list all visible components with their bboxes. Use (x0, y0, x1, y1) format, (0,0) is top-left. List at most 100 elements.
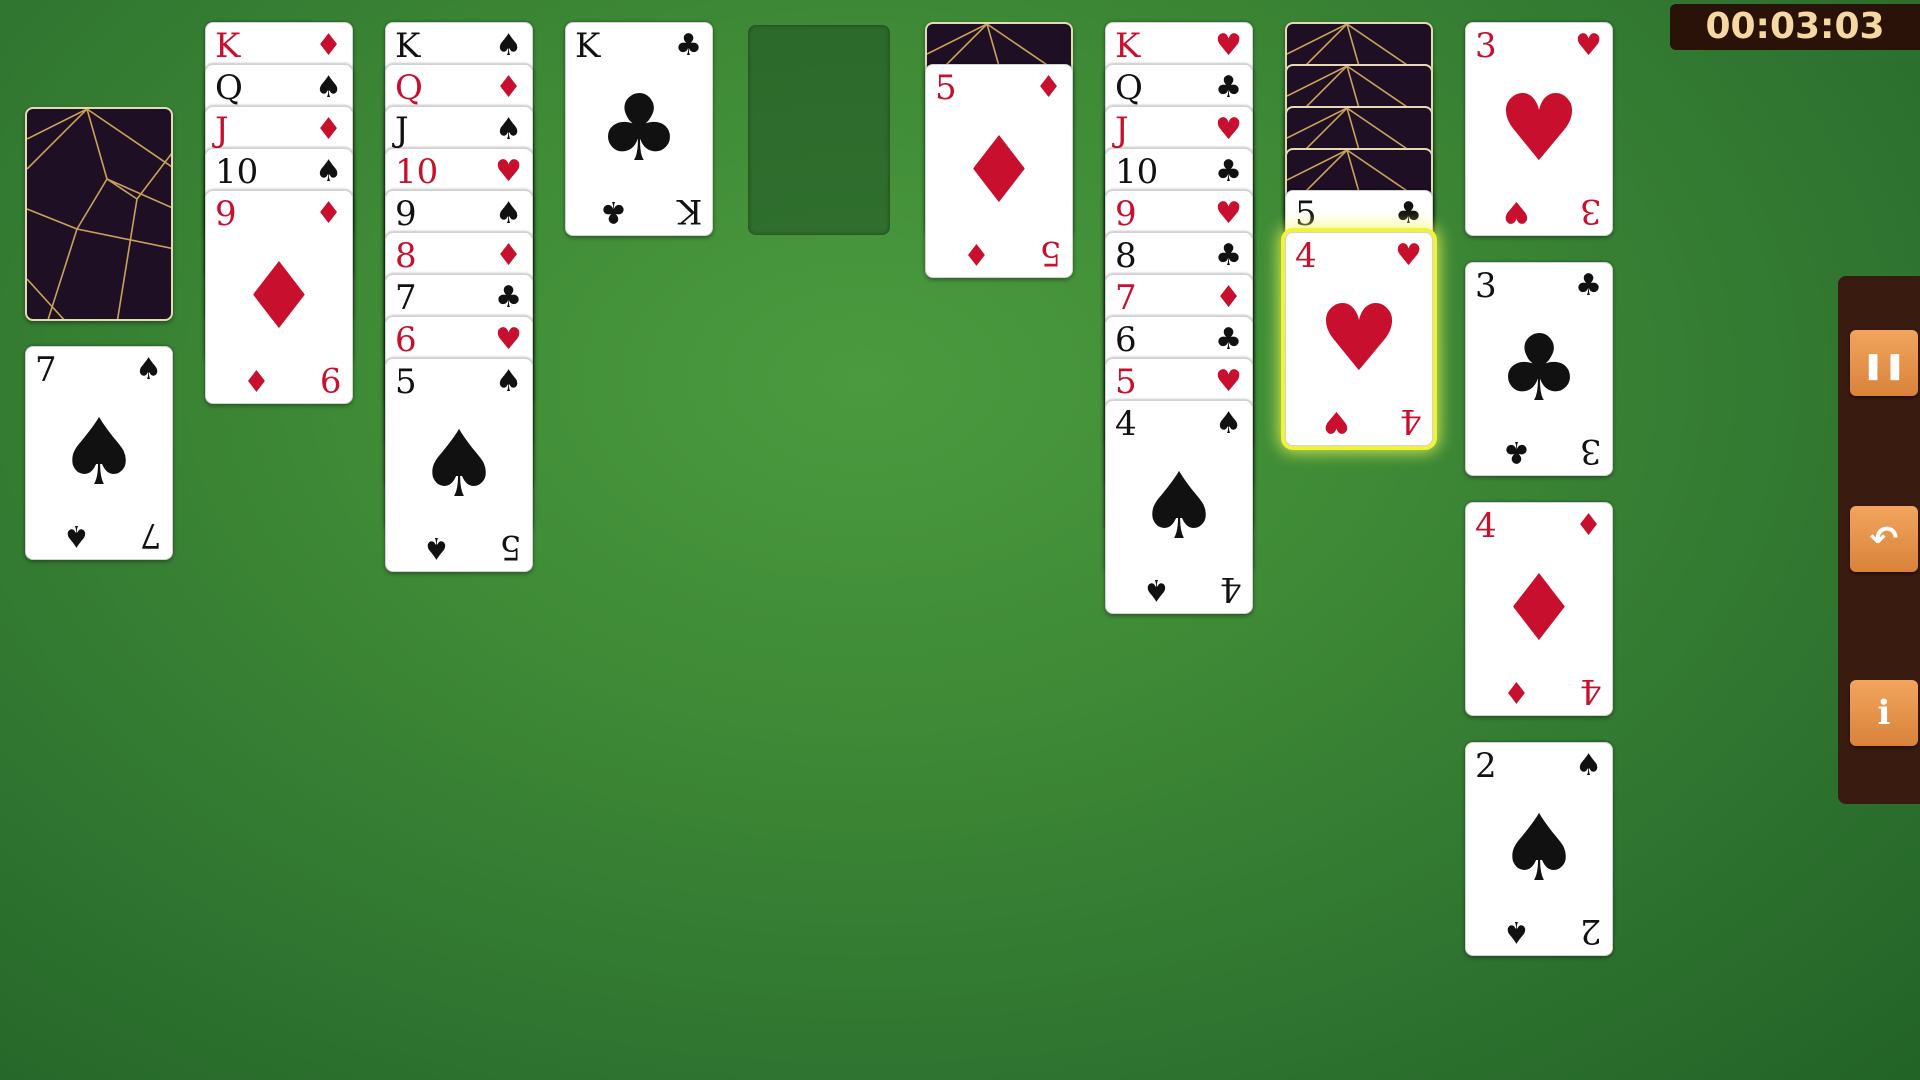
card-rank: 4 (1115, 405, 1137, 443)
playing-card[interactable]: 2♠♠2♠ (1465, 742, 1613, 956)
info-icon: i (1878, 693, 1891, 733)
playing-card[interactable]: 4♠♠4♠ (1105, 400, 1253, 614)
card-suit-icon-inverted: ♠ (1503, 914, 1530, 948)
card-corner-inverted: 4♦ (1503, 671, 1602, 711)
card-suit-icon: ♦ (495, 71, 522, 105)
card-rank: 6 (1115, 321, 1137, 359)
card-rank-inverted: 4 (1400, 402, 1422, 440)
undo-button[interactable]: ↶ (1850, 506, 1918, 572)
card-center-suit-icon: ♠ (26, 403, 172, 503)
card-rank: 5 (935, 69, 957, 107)
card-rank: 10 (215, 153, 258, 191)
card-suit-icon: ♦ (315, 197, 342, 231)
card-suit-icon-inverted: ♣ (600, 194, 627, 228)
card-suit-icon: ♥ (1575, 29, 1602, 63)
card-rank: K (395, 27, 420, 65)
card-suit-icon: ♠ (495, 29, 522, 63)
card-rank: 6 (395, 321, 417, 359)
card-suit-icon: ♠ (495, 365, 522, 399)
card-corner-inverted: 9♦ (243, 359, 342, 399)
card-rank: 7 (395, 279, 417, 317)
card-suit-icon: ♦ (495, 239, 522, 273)
playing-card[interactable]: 7♠♠7♠ (25, 346, 173, 560)
playing-card[interactable]: 4♦♦4♦ (1465, 502, 1613, 716)
card-rank: J (395, 111, 409, 149)
card-rank-inverted: 3 (1580, 192, 1602, 230)
card-center-suit-icon: ♦ (1466, 559, 1612, 659)
card-center-suit-icon: ♦ (206, 247, 352, 347)
card-suit-icon: ♥ (495, 323, 522, 357)
card-center-suit-icon: ♥ (1286, 289, 1432, 389)
card-suit-icon: ♣ (1215, 323, 1242, 357)
card-rank: 10 (395, 153, 438, 191)
card-corner-inverted: K♣ (600, 191, 702, 231)
card-suit-icon: ♥ (1215, 365, 1242, 399)
card-back-pattern (27, 109, 173, 321)
card-rank: 9 (1115, 195, 1137, 233)
card-suit-icon: ♦ (1575, 509, 1602, 543)
card-center-suit-icon: ♠ (1466, 799, 1612, 899)
card-suit-icon: ♥ (495, 155, 522, 189)
card-suit-icon-inverted: ♠ (423, 530, 450, 564)
card-rank: 7 (35, 351, 57, 389)
playing-card[interactable]: 3♥♥3♥ (1465, 22, 1613, 236)
playing-card[interactable]: 3♣♣3♣ (1465, 262, 1613, 476)
playing-card[interactable]: 4♥♥4♥ (1285, 232, 1433, 446)
card-suit-icon-inverted: ♦ (243, 362, 270, 396)
card-rank-inverted: 5 (1040, 234, 1062, 272)
card-rank-inverted: 2 (1580, 912, 1602, 950)
card-suit-icon-inverted: ♣ (1503, 434, 1530, 468)
card-suit-icon: ♠ (315, 155, 342, 189)
card-rank: 9 (215, 195, 237, 233)
stock-pile[interactable] (25, 107, 173, 321)
card-rank: K (575, 27, 600, 65)
card-rank-inverted: 4 (1580, 672, 1602, 710)
card-suit-icon-inverted: ♦ (1503, 674, 1530, 708)
card-suit-icon: ♣ (675, 29, 702, 63)
card-corner-inverted: 5♠ (423, 527, 522, 567)
card-center-suit-icon: ♣ (566, 79, 712, 179)
tableau-column-4-empty[interactable] (748, 25, 890, 235)
card-rank: 8 (395, 237, 417, 275)
card-suit-icon: ♣ (1575, 269, 1602, 303)
pause-button[interactable]: ❚❚ (1850, 330, 1918, 396)
card-corner-inverted: 7♠ (63, 515, 162, 555)
card-corner-inverted: 5♦ (963, 233, 1062, 273)
card-center-suit-icon: ♠ (1106, 457, 1252, 557)
playing-card[interactable]: 9♦♦9♦ (205, 190, 353, 404)
card-suit-icon: ♥ (1215, 197, 1242, 231)
card-suit-icon: ♠ (135, 353, 162, 387)
card-rank: J (215, 111, 229, 149)
info-button[interactable]: i (1850, 680, 1918, 746)
card-center-suit-icon: ♣ (1466, 319, 1612, 419)
card-corner-inverted: 2♠ (1503, 911, 1602, 951)
card-center-suit-icon: ♦ (926, 121, 1072, 221)
card-corner-inverted: 4♠ (1143, 569, 1242, 609)
card-suit-icon: ♦ (1035, 71, 1062, 105)
card-rank: Q (215, 69, 243, 107)
card-rank: Q (395, 69, 423, 107)
card-rank: 4 (1295, 237, 1317, 275)
card-suit-icon: ♣ (1215, 155, 1242, 189)
card-rank: 5 (395, 363, 417, 401)
card-center-suit-icon: ♠ (386, 415, 532, 515)
pause-icon: ❚❚ (1862, 351, 1906, 381)
card-suit-icon: ♣ (1215, 71, 1242, 105)
card-rank-inverted: 4 (1220, 570, 1242, 608)
card-rank-inverted: 9 (320, 360, 342, 398)
card-suit-icon: ♣ (495, 281, 522, 315)
card-suit-icon: ♣ (1215, 239, 1242, 273)
playing-card[interactable]: 5♦♦5♦ (925, 64, 1073, 278)
card-rank-inverted: 7 (140, 516, 162, 554)
card-rank-inverted: K (677, 192, 702, 230)
card-suit-icon: ♥ (1215, 29, 1242, 63)
card-rank: 9 (395, 195, 417, 233)
card-suit-icon: ♠ (495, 113, 522, 147)
playing-card[interactable]: K♣♣K♣ (565, 22, 713, 236)
playing-card[interactable]: 5♠♠5♠ (385, 358, 533, 572)
card-suit-icon-inverted: ♠ (1143, 572, 1170, 606)
card-rank: K (215, 27, 240, 65)
card-rank: 5 (1295, 195, 1317, 233)
card-rank: 3 (1475, 267, 1497, 305)
card-rank: 5 (1115, 363, 1137, 401)
